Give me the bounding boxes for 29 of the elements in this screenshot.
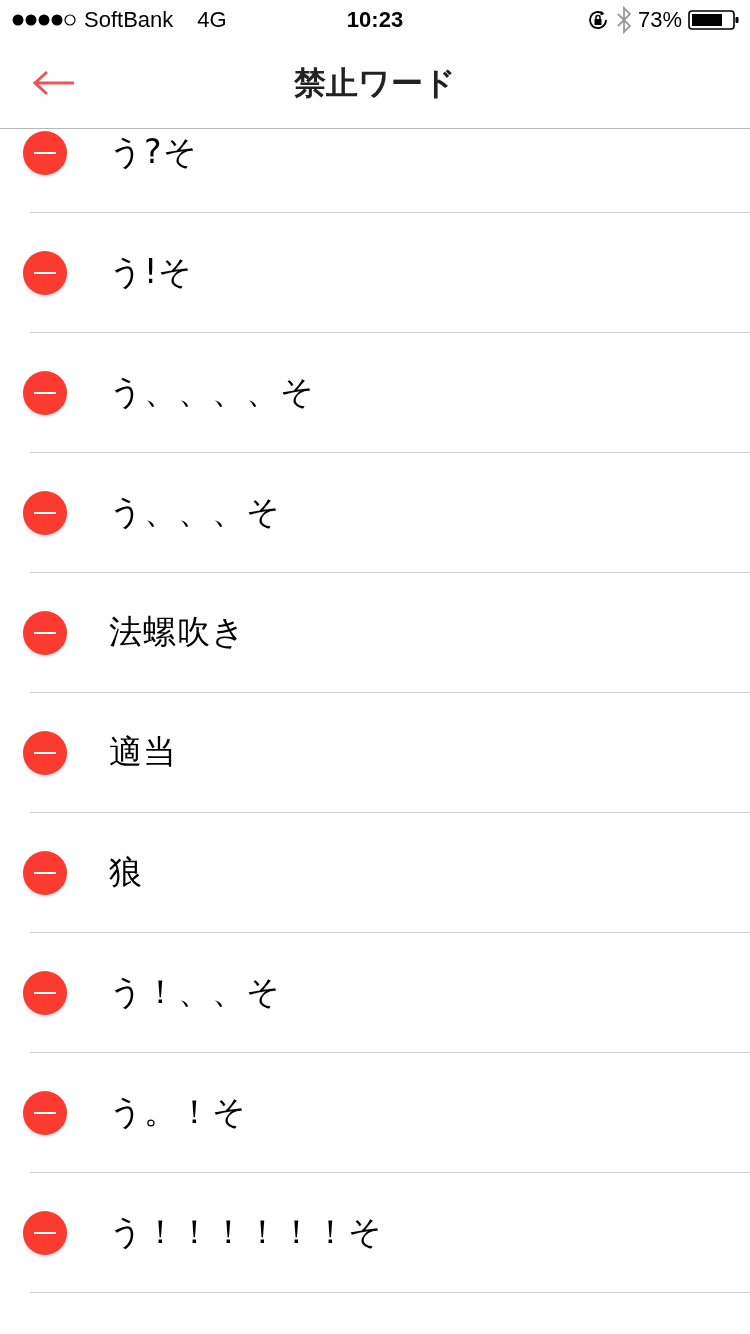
banned-word: う!そ: [109, 251, 194, 293]
delete-button[interactable]: [23, 970, 67, 1015]
banned-word: う?そ: [109, 131, 198, 173]
network-type: 4G: [197, 7, 227, 33]
banned-word: 適当: [109, 731, 177, 773]
screen-title: 禁止ワード: [294, 63, 456, 104]
delete-button[interactable]: [23, 490, 67, 535]
delete-button[interactable]: [23, 850, 67, 895]
banned-word: う、、、、そ: [109, 371, 315, 413]
delete-button[interactable]: [23, 730, 67, 775]
banned-word: う。！そ: [109, 1091, 247, 1133]
bluetooth-icon: [615, 6, 632, 34]
banned-word: 法螺吹き: [109, 611, 246, 653]
signal-icon: [12, 13, 78, 27]
battery-icon: [688, 9, 740, 31]
left-arrow-icon: [32, 70, 76, 96]
delete-button[interactable]: [23, 250, 67, 295]
banned-word: う！、、そ: [109, 971, 281, 1013]
banned-word: う！！！！！！そ: [109, 1211, 383, 1253]
battery-percent: 73%: [637, 7, 682, 33]
delete-button[interactable]: [23, 370, 67, 415]
banned-word: 狼: [109, 851, 143, 893]
banned-word: う、、、そ: [109, 491, 281, 533]
clock-time: 10:23: [346, 7, 404, 33]
carrier-name: SoftBank: [84, 7, 174, 33]
delete-button[interactable]: [23, 610, 67, 655]
delete-button[interactable]: [23, 130, 67, 175]
delete-button[interactable]: [23, 1210, 67, 1255]
delete-button[interactable]: [23, 1090, 67, 1135]
